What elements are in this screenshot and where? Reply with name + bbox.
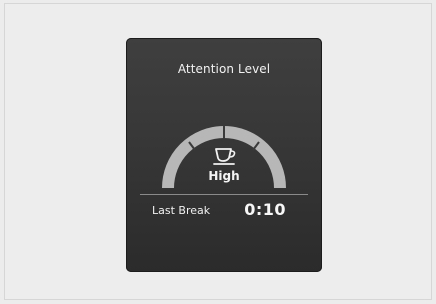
- last-break-label: Last Break: [152, 204, 211, 217]
- last-break-value: 0:10: [244, 200, 286, 219]
- coffee-cup-icon: [213, 148, 236, 165]
- divider: [140, 194, 308, 195]
- attention-level-label: High: [208, 169, 240, 183]
- attention-panel: Attention Level High Last Break 0:10: [126, 38, 322, 272]
